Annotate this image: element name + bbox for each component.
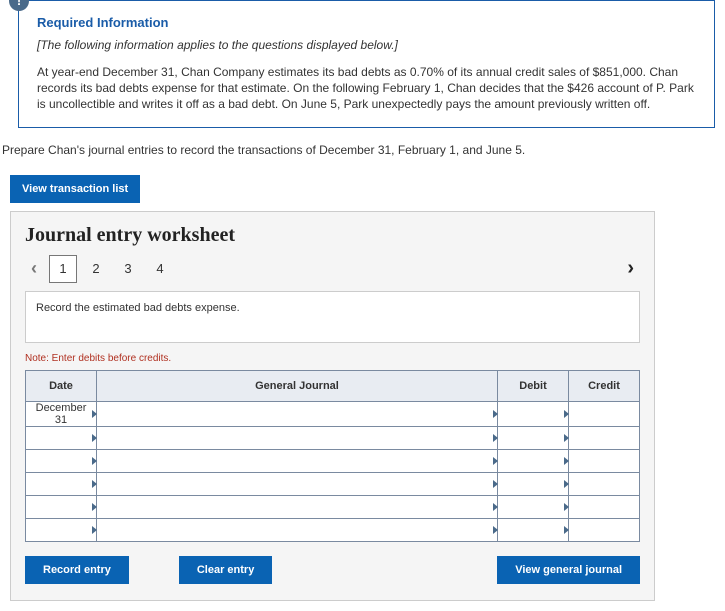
worksheet-title: Journal entry worksheet [25,224,640,247]
required-info-box: ! Required Information [The following in… [18,0,715,128]
required-info-body: At year-end December 31, Chan Company es… [37,64,696,113]
required-info-subtitle: [The following information applies to th… [37,38,696,52]
button-row: Record entry Clear entry View general jo… [25,556,640,584]
date-cell[interactable] [26,518,97,541]
table-row [26,449,640,472]
credit-cell[interactable] [569,401,640,426]
tab-row: ‹ 1 2 3 4 › [25,255,640,283]
table-row [26,518,640,541]
header-debit: Debit [498,370,569,401]
general-journal-cell[interactable] [97,449,498,472]
chevron-left-icon[interactable]: ‹ [25,258,43,279]
question-prompt: Prepare Chan's journal entries to record… [2,143,725,157]
header-general-journal: General Journal [97,370,498,401]
general-journal-cell[interactable] [97,495,498,518]
record-entry-button[interactable]: Record entry [25,556,129,584]
credit-cell[interactable] [569,472,640,495]
journal-entry-table: Date General Journal Debit Credit Decemb… [25,370,640,542]
debit-cell[interactable] [498,401,569,426]
header-date: Date [26,370,97,401]
debit-cell[interactable] [498,449,569,472]
credit-cell[interactable] [569,449,640,472]
tab-1[interactable]: 1 [49,255,77,283]
credit-cell[interactable] [569,495,640,518]
header-credit: Credit [569,370,640,401]
debit-cell[interactable] [498,495,569,518]
table-row [26,495,640,518]
general-journal-cell[interactable] [97,518,498,541]
debit-cell[interactable] [498,518,569,541]
journal-entry-worksheet: Journal entry worksheet ‹ 1 2 3 4 › Reco… [10,211,655,601]
date-cell[interactable] [26,495,97,518]
view-transaction-list-button[interactable]: View transaction list [10,175,140,203]
date-cell[interactable]: December31 [26,401,97,426]
clear-entry-button[interactable]: Clear entry [179,556,272,584]
tab-2[interactable]: 2 [83,256,109,282]
date-cell[interactable] [26,449,97,472]
date-cell[interactable] [26,426,97,449]
credit-cell[interactable] [569,518,640,541]
table-row: December31 [26,401,640,426]
required-info-title: Required Information [37,15,696,30]
date-cell[interactable] [26,472,97,495]
general-journal-cell[interactable] [97,401,498,426]
table-row [26,472,640,495]
view-general-journal-button[interactable]: View general journal [497,556,640,584]
credit-cell[interactable] [569,426,640,449]
tab-3[interactable]: 3 [115,256,141,282]
general-journal-cell[interactable] [97,472,498,495]
general-journal-cell[interactable] [97,426,498,449]
table-row [26,426,640,449]
debit-cell[interactable] [498,426,569,449]
alert-icon: ! [9,0,29,11]
debit-cell[interactable] [498,472,569,495]
chevron-right-icon[interactable]: › [621,257,640,280]
entry-instruction: Record the estimated bad debts expense. [25,291,640,343]
note-text: Note: Enter debits before credits. [25,353,640,364]
tab-4[interactable]: 4 [147,256,173,282]
